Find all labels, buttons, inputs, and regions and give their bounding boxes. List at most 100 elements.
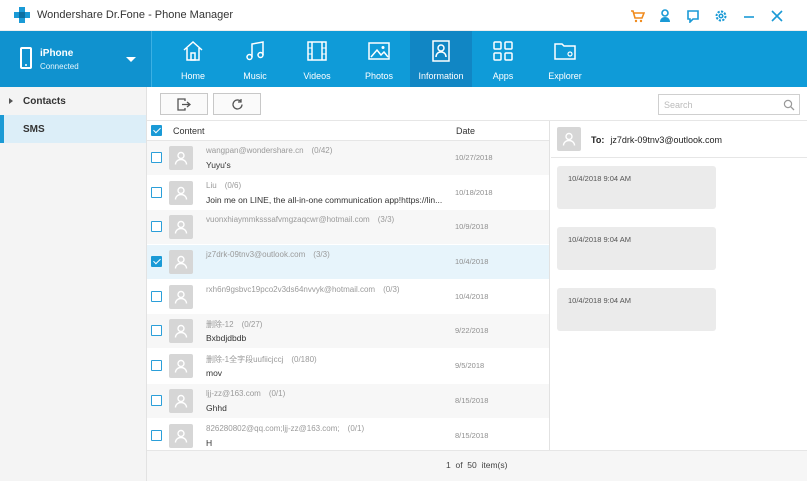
avatar xyxy=(169,215,193,240)
device-name: iPhone xyxy=(40,48,74,59)
row-checkbox[interactable] xyxy=(151,394,162,406)
sidebar: Contacts SMS xyxy=(0,87,147,481)
select-all-checkbox[interactable] xyxy=(151,125,162,136)
message-timestamp: 10/4/2018 9:04 AM xyxy=(568,174,631,183)
table-row[interactable]: wangpan@wondershare.cn (0/42) Yuyu's 10/2… xyxy=(147,141,549,176)
message-timestamp: 10/4/2018 9:04 AM xyxy=(568,235,631,244)
sidebar-item-label: Contacts xyxy=(23,96,66,107)
thread-preview: Join me on LINE, the all-in-one communic… xyxy=(206,194,442,205)
thread-date: 10/18/2018 xyxy=(455,187,493,197)
search-placeholder: Search xyxy=(664,100,693,110)
export-button[interactable] xyxy=(160,93,208,115)
row-checkbox[interactable] xyxy=(151,429,162,441)
device-selector[interactable]: iPhone Connected xyxy=(0,31,152,87)
sms-thread-list: Content Date wangpan@wondershare.cn (0/42… xyxy=(147,121,550,454)
column-header-content[interactable]: Content xyxy=(173,126,205,136)
table-row[interactable]: rxh6n9gsbvc19pco2v3ds64nvvyk@hotmail.com… xyxy=(147,279,549,315)
message-bubble[interactable]: 10/4/2018 9:04 AM xyxy=(557,227,716,270)
search-input[interactable]: Search xyxy=(658,94,800,115)
sidebar-item-sms[interactable]: SMS xyxy=(0,115,146,143)
table-row-selected[interactable]: jz7drk-09tnv3@outlook.com (3/3) 10/4/2018 xyxy=(147,245,549,280)
thread-preview: mov xyxy=(206,368,223,379)
table-row[interactable]: 826280802@qq.com;ljj-zz@163.com; (0/1) H … xyxy=(147,418,549,454)
search-icon[interactable] xyxy=(783,99,795,111)
refresh-button[interactable] xyxy=(213,93,261,115)
close-icon[interactable] xyxy=(763,6,791,26)
avatar xyxy=(169,250,193,275)
folder-icon xyxy=(554,43,576,60)
contact-avatar-icon xyxy=(174,151,188,165)
message-bubble[interactable]: 10/4/2018 9:04 AM xyxy=(557,166,716,209)
tab-apps[interactable]: Apps xyxy=(472,31,534,87)
cart-icon[interactable] xyxy=(623,6,651,26)
thread-sender: Liu (0/6) xyxy=(206,180,242,190)
chevron-down-icon[interactable] xyxy=(126,57,136,62)
avatar xyxy=(169,146,193,170)
avatar xyxy=(169,423,193,448)
tab-home[interactable]: Home xyxy=(162,31,224,87)
sidebar-item-contacts[interactable]: Contacts xyxy=(0,87,146,115)
tab-label: Videos xyxy=(303,71,331,81)
apps-icon xyxy=(493,41,513,61)
contact-avatar-icon xyxy=(174,394,188,408)
thread-date: 9/22/2018 xyxy=(455,326,489,336)
row-checkbox[interactable] xyxy=(151,221,162,233)
tab-label: Information xyxy=(418,71,464,81)
thread-preview: Bxbdjdbdb xyxy=(206,333,247,344)
avatar xyxy=(169,180,193,205)
tab-photos[interactable]: Photos xyxy=(348,31,410,87)
chevron-right-icon[interactable] xyxy=(9,98,13,104)
table-row[interactable]: ljj-zz@163.com (0/1) Ghhd 8/15/2018 xyxy=(147,383,549,419)
contact-avatar-icon xyxy=(174,429,188,443)
thread-sender: rxh6n9gsbvc19pco2v3ds64nvvyk@hotmail.com… xyxy=(206,284,400,294)
row-checkbox[interactable] xyxy=(151,325,162,337)
list-header: Content Date xyxy=(147,121,549,141)
contact-avatar-icon xyxy=(174,359,188,373)
videos-icon xyxy=(307,41,327,61)
app-title: Wondershare Dr.Fone - Phone Manager xyxy=(37,9,234,21)
thread-date: 8/15/2018 xyxy=(455,395,489,405)
tab-label: Home xyxy=(180,71,205,81)
avatar xyxy=(169,284,193,309)
user-icon[interactable] xyxy=(651,6,679,26)
tab-videos[interactable]: Videos xyxy=(286,31,348,87)
column-header-date[interactable]: Date xyxy=(456,126,475,136)
thread-sender: jz7drk-09tnv3@outlook.com (3/3) xyxy=(206,250,330,260)
pagination-info: 1 of 50 item(s) xyxy=(446,460,508,470)
thread-sender: 删除-12 (0/27) xyxy=(206,320,263,330)
tab-label: Music xyxy=(243,71,267,81)
table-row[interactable]: 删除-12 (0/27) Bxbdjdbdb 9/22/2018 xyxy=(147,314,549,350)
minimize-icon[interactable] xyxy=(735,6,763,26)
thread-preview: Ghhd xyxy=(206,402,227,413)
thread-sender: 826280802@qq.com;ljj-zz@163.com; (0/1) xyxy=(206,423,365,433)
music-icon xyxy=(246,41,264,61)
tab-information[interactable]: Information xyxy=(410,31,472,87)
tab-explorer[interactable]: Explorer xyxy=(534,31,596,87)
status-footer: 1 of 50 item(s) xyxy=(147,450,807,481)
row-checkbox[interactable] xyxy=(151,290,162,302)
tab-music[interactable]: Music xyxy=(224,31,286,87)
table-row[interactable]: 删除-1全字段uufiicjccj (0/180) mov 9/5/2018 xyxy=(147,349,549,384)
avatar xyxy=(169,319,193,344)
contact-avatar-icon xyxy=(174,255,188,269)
thread-preview: H xyxy=(206,437,213,448)
photos-icon xyxy=(368,42,390,60)
drfone-logo-icon xyxy=(14,7,30,23)
thread-preview: Yuyu's xyxy=(206,160,231,170)
message-bubble[interactable]: 10/4/2018 9:04 AM xyxy=(557,288,716,331)
contact-card-icon xyxy=(432,40,450,62)
table-row[interactable]: vuonxhiaymmksssafvmgzaqcwr@hotmail.com (3… xyxy=(147,210,549,246)
row-checkbox[interactable] xyxy=(151,152,162,163)
export-icon xyxy=(177,97,191,111)
thread-sender: vuonxhiaymmksssafvmgzaqcwr@hotmail.com (3… xyxy=(206,215,395,225)
settings-icon[interactable] xyxy=(707,6,735,26)
table-row[interactable]: Liu (0/6) Join me on LINE, the all-in-one… xyxy=(147,175,549,211)
row-checkbox[interactable] xyxy=(151,360,162,372)
feedback-icon[interactable] xyxy=(679,6,707,26)
thread-sender: ljj-zz@163.com (0/1) xyxy=(206,388,286,398)
avatar xyxy=(557,127,581,151)
row-checkbox[interactable] xyxy=(151,256,162,268)
row-checkbox[interactable] xyxy=(151,186,162,198)
toolbar: Search xyxy=(147,87,807,121)
thread-date: 10/9/2018 xyxy=(455,222,489,232)
